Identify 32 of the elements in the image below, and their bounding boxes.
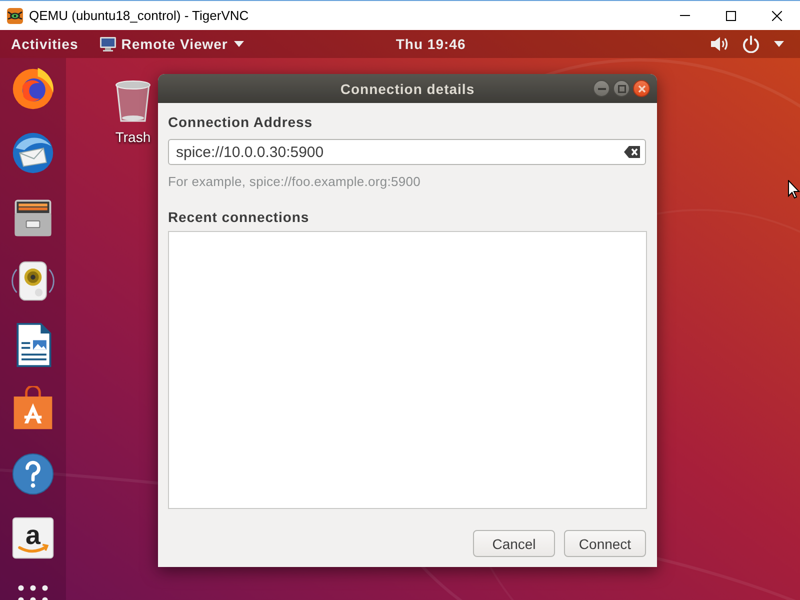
window-title: QEMU (ubuntu18_control) - TigerVNC — [29, 8, 249, 23]
monitor-icon — [99, 36, 118, 52]
section-label: Recent connections — [168, 208, 310, 226]
maximize-icon — [726, 10, 736, 20]
close-button[interactable] — [633, 80, 650, 97]
app-grid-icon[interactable] — [18, 585, 48, 600]
dialog-title: Connection details — [340, 80, 475, 96]
caret-icon — [774, 41, 784, 47]
address-field[interactable]: spice://10.0.0.30:5900 — [168, 139, 646, 165]
mouse-pointer-icon — [788, 180, 800, 199]
activities-button[interactable]: Activities — [11, 30, 78, 58]
close-icon — [638, 84, 646, 92]
close-icon — [772, 10, 782, 20]
clear-icon[interactable] — [624, 146, 640, 158]
field-label: Connection Address — [168, 113, 312, 131]
minimize-button[interactable] — [593, 80, 610, 97]
hint-text: For example, spice://foo.example.org:5900 — [168, 174, 421, 190]
app-menu-button[interactable]: Remote Viewer — [99, 30, 244, 58]
cancel-button[interactable]: Cancel — [473, 530, 555, 557]
maximize-icon — [618, 84, 626, 92]
tiger-eye-icon — [7, 8, 23, 24]
help-icon[interactable] — [10, 450, 56, 497]
power-icon — [742, 35, 760, 53]
minimize-icon — [680, 15, 690, 16]
minimize-icon — [598, 88, 606, 90]
letter-a-tile-icon[interactable]: a — [10, 515, 56, 562]
desktop-icon-label: Trash — [115, 129, 151, 145]
volume-icon — [710, 36, 728, 52]
connect-button[interactable]: Connect — [564, 530, 646, 557]
clock-button[interactable]: Thu 19:46 — [396, 30, 466, 58]
caret-icon — [234, 41, 244, 47]
globe-icon[interactable] — [10, 65, 56, 111]
